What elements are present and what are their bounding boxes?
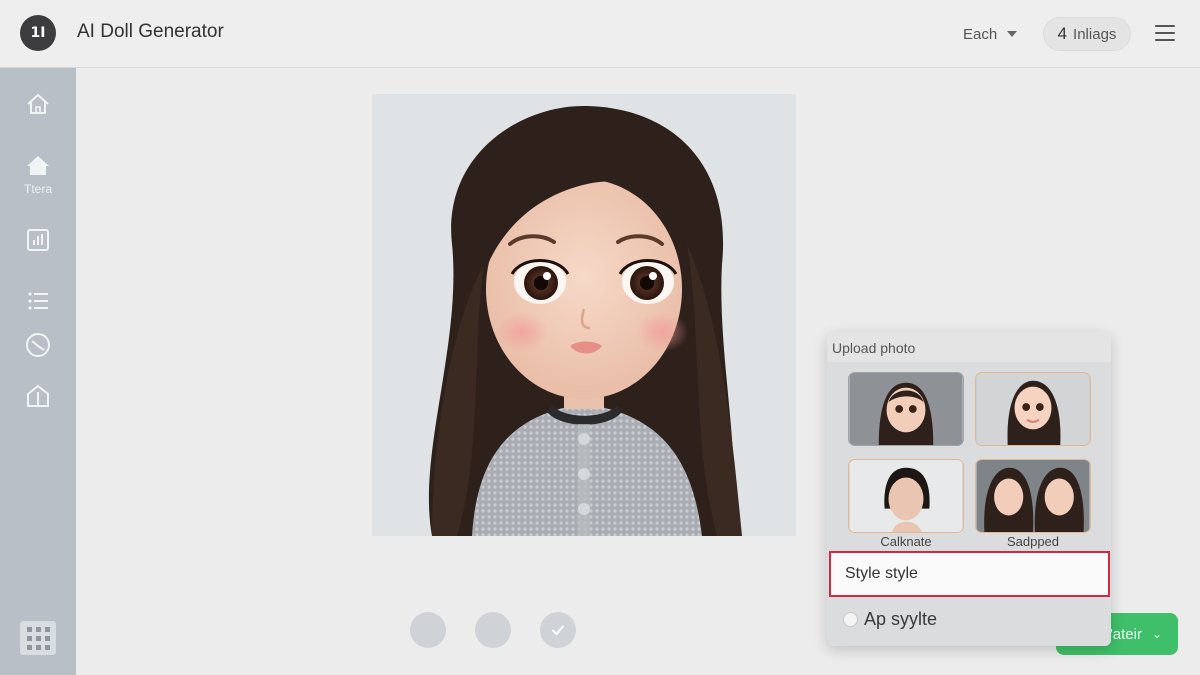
style-thumbnail-2[interactable] — [975, 372, 1091, 446]
style-input[interactable]: Style style — [829, 551, 1110, 597]
images-count-pill[interactable]: 4 Inliags — [1043, 17, 1131, 51]
radio-button[interactable] — [843, 612, 858, 627]
hamburger-menu-icon[interactable] — [1155, 25, 1175, 43]
option-dot-2[interactable] — [475, 612, 511, 648]
sidebar-item-home[interactable] — [18, 90, 58, 118]
app-logo[interactable]: 1I — [20, 15, 56, 51]
style-panel: Upload photo Calknate Sadpped Style styl… — [827, 332, 1111, 646]
checkmark-icon — [552, 625, 564, 636]
confirm-button[interactable] — [540, 612, 576, 648]
generated-doll-image — [372, 94, 796, 536]
apply-style-label: Ap syylte — [864, 609, 938, 629]
thumbnail-caption-4: Sadpped — [1006, 534, 1060, 549]
apply-style-option[interactable]: Ap syylte — [843, 609, 937, 630]
grid-icon[interactable] — [20, 621, 56, 655]
sidebar-item-stats[interactable] — [18, 226, 58, 254]
list-icon — [28, 292, 48, 310]
sidebar-item-list[interactable] — [18, 287, 58, 315]
chevron-down-icon: ⌄ — [1151, 627, 1162, 641]
chevron-down-icon — [1007, 31, 1018, 37]
each-dropdown-value: Each — [963, 25, 998, 43]
generate-button-label: 'ateir — [1109, 625, 1142, 643]
home-outline-icon — [27, 93, 49, 114]
chart-icon — [27, 229, 49, 251]
sidebar-item-building[interactable] — [18, 382, 58, 410]
style-thumbnail-1[interactable] — [848, 372, 964, 446]
app-title: AI Doll Generator — [77, 21, 224, 42]
sidebar-item-label: Ttera — [23, 182, 52, 196]
images-label: Inliags — [1073, 25, 1117, 43]
images-count: 4 — [1057, 24, 1068, 43]
sidebar-item-ttera[interactable]: Ttera — [18, 152, 58, 196]
option-dot-1[interactable] — [410, 612, 446, 648]
sidebar-item-history[interactable] — [18, 331, 58, 359]
upload-photo-heading[interactable]: Upload photo — [827, 332, 1111, 362]
each-dropdown[interactable]: Each — [955, 20, 1025, 48]
building-icon — [27, 384, 49, 407]
thumbnail-caption-3: Calknate — [880, 534, 932, 549]
history-icon — [26, 333, 50, 357]
app-header: 1I AI Doll Generator Each 4 Inliags — [0, 0, 1200, 68]
style-thumbnail-3[interactable] — [848, 459, 964, 533]
style-input-value: Style style — [845, 565, 918, 582]
image-action-row — [410, 612, 576, 648]
sidebar: Ttera — [0, 68, 76, 675]
style-thumbnail-4[interactable] — [975, 459, 1091, 533]
home-filled-icon — [27, 156, 49, 175]
